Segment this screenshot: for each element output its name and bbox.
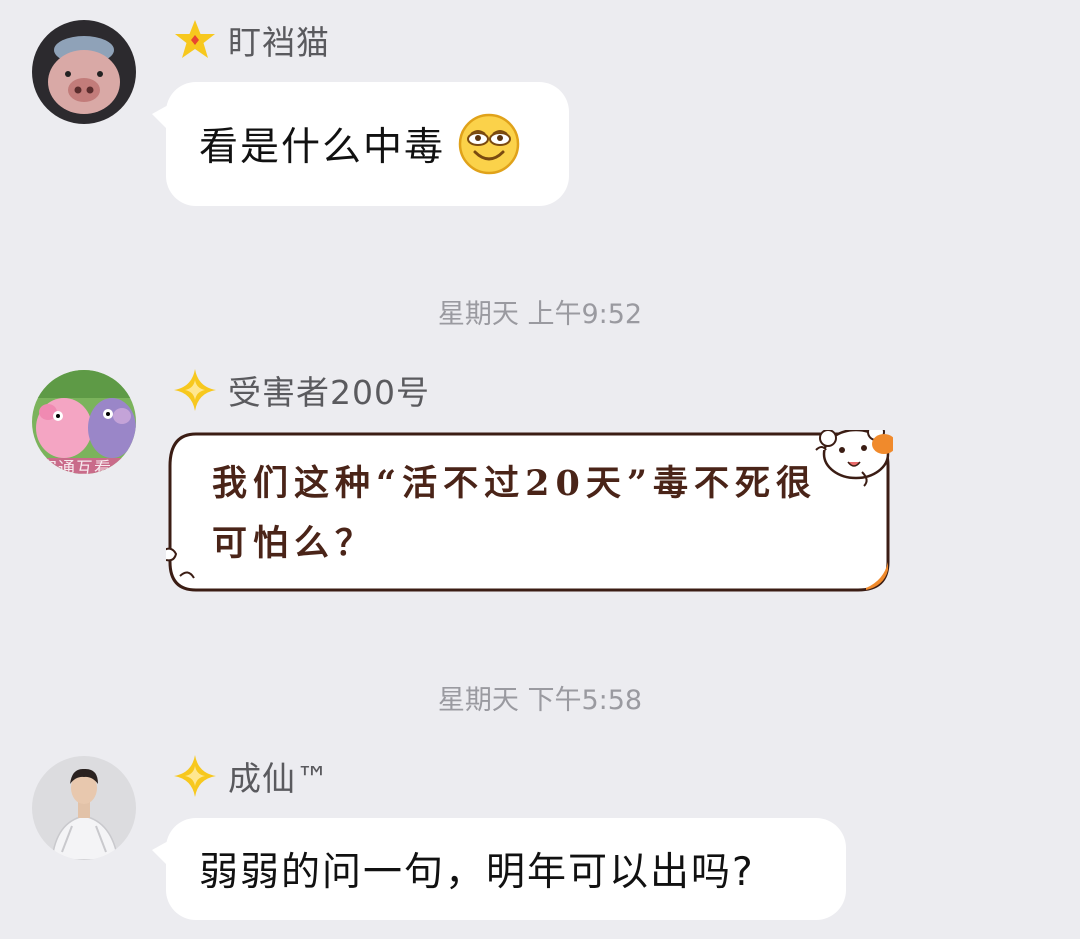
hamster-bubble[interactable]: 我们这种“活不过20天”毒不死很可怕么？ <box>166 430 893 593</box>
sender-row: 盯裆猫 <box>172 18 330 62</box>
chat-window: 盯裆猫 看是什么中毒 星期天 上午9:52 容通互看 受害者200号 我们这种“… <box>0 0 1080 939</box>
person-avatar[interactable] <box>32 756 136 860</box>
message-bubble[interactable]: 弱弱的问一句，明年可以出吗? <box>152 818 846 920</box>
avatar-overlay-text: 容通互看 <box>40 459 112 474</box>
timestamp: 星期天 上午9:52 <box>437 299 643 330</box>
message-text: 看是什么中毒 <box>199 125 446 170</box>
message-text: 弱弱的问一句，明年可以出吗? <box>199 850 755 895</box>
sender-name: 受害者200号 <box>228 373 430 412</box>
sender-row: 受害者200号 <box>172 368 430 412</box>
message-bubble[interactable]: 看是什么中毒 <box>152 82 569 206</box>
sender-row: 成仙™ <box>172 754 330 798</box>
star-badge-icon <box>175 20 215 58</box>
sparkle-badge-icon <box>174 755 216 797</box>
message-text: 我们这种“活不过20天”毒不死很可怕么？ <box>212 463 817 564</box>
sender-name: 盯裆猫 <box>228 23 330 62</box>
smug-smile-emoji-icon <box>458 113 520 175</box>
sender-name: 成仙™ <box>228 759 330 798</box>
peppa-pig-avatar[interactable]: 容通互看 <box>32 370 136 474</box>
sparkle-badge-icon <box>174 369 216 411</box>
pig-avatar[interactable] <box>32 20 136 124</box>
timestamp: 星期天 下午5:58 <box>437 685 643 716</box>
